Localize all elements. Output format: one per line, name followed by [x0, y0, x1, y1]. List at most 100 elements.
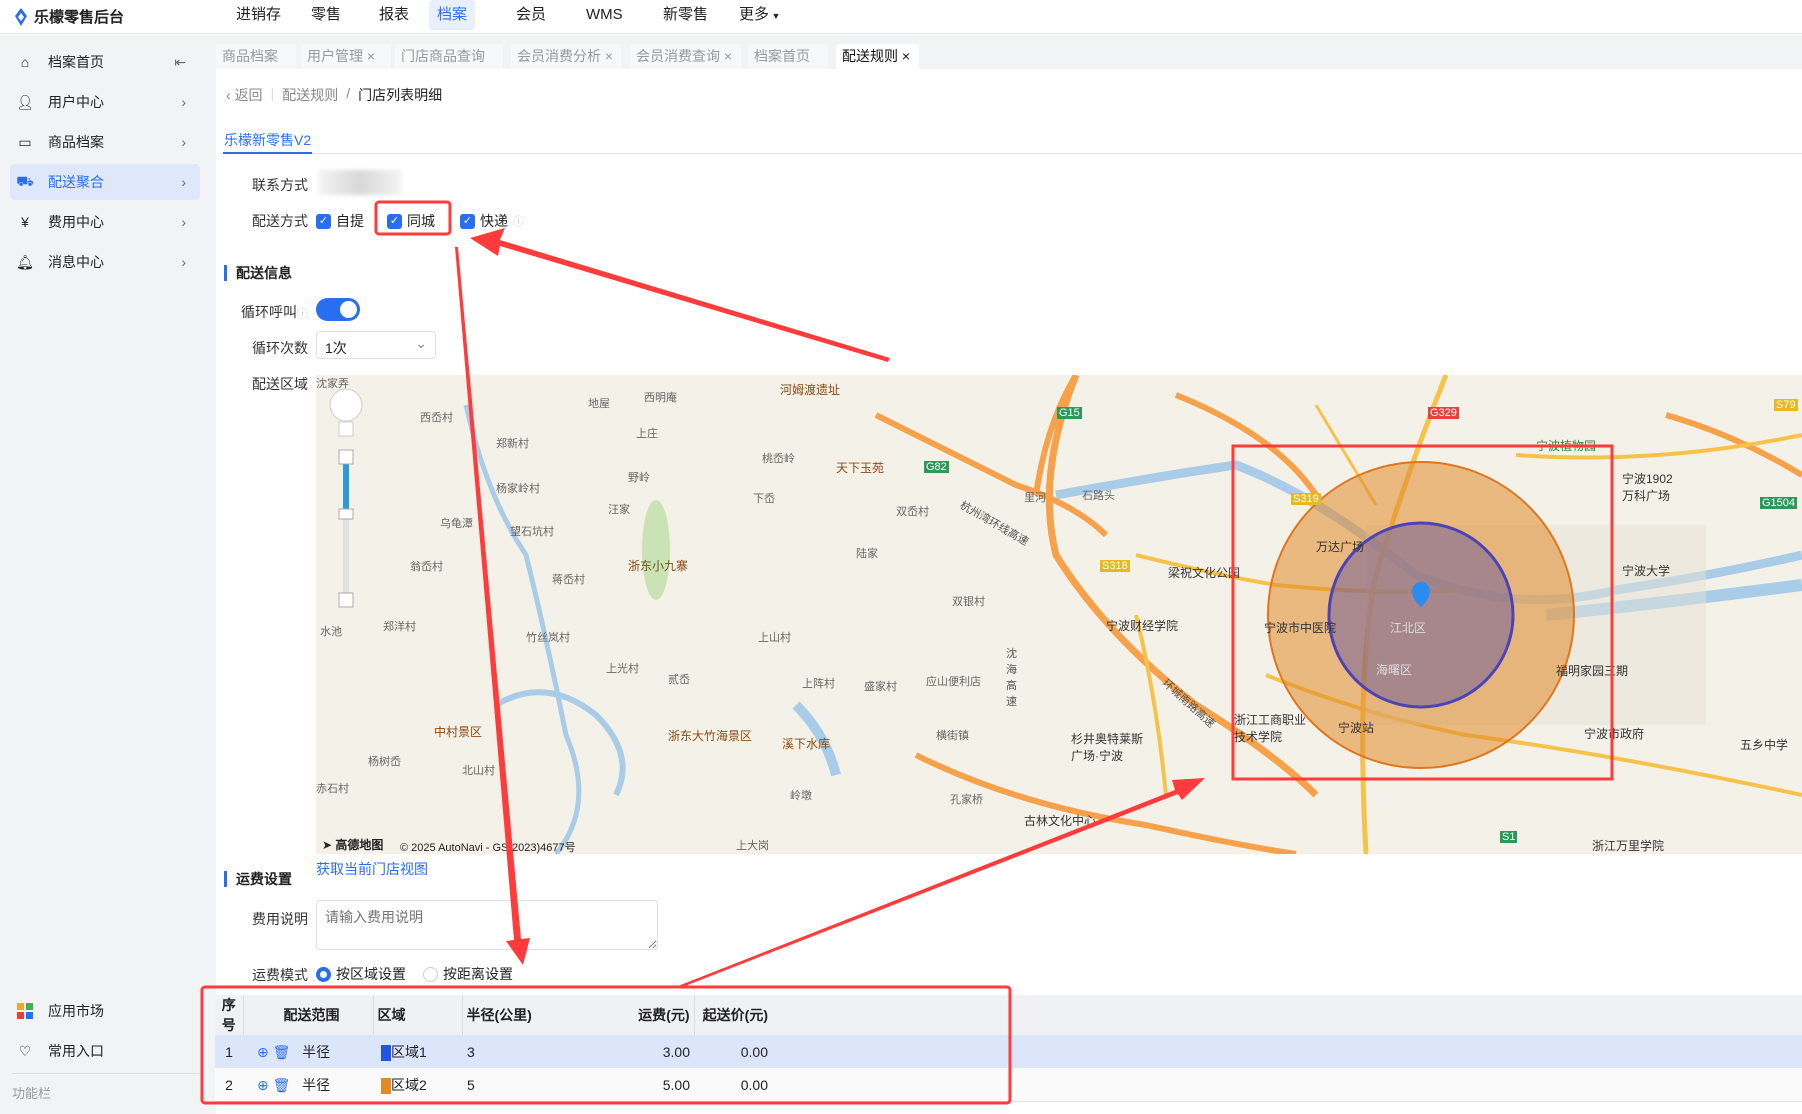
logo-icon: [15, 7, 27, 26]
nav-retail[interactable]: 零售: [303, 0, 349, 30]
loop-count-select[interactable]: 1次 ⌄: [316, 331, 436, 359]
map-village-label: 上大岗: [736, 840, 769, 852]
section-fee-settings: 运费设置: [224, 871, 292, 887]
sidebar-item-message-center[interactable]: 🔔︎ 消息中心 ›: [10, 244, 200, 280]
tab-user-management[interactable]: 用户管理 ×: [301, 44, 391, 69]
nav-more[interactable]: 更多 ▼: [731, 0, 788, 30]
radio-by-distance[interactable]: 按距离设置: [423, 964, 513, 984]
fee-desc-input[interactable]: [316, 900, 658, 950]
add-icon[interactable]: ⊕: [257, 1044, 269, 1060]
add-icon[interactable]: ⊕: [257, 1077, 269, 1093]
nav-wms[interactable]: WMS: [578, 0, 631, 30]
nav-reports[interactable]: 报表: [371, 0, 417, 30]
tab-store[interactable]: 乐檬新零售V2: [223, 130, 313, 154]
nav-jinxiaocun[interactable]: 进销存: [228, 0, 289, 30]
map-village-label: 北山村: [462, 765, 495, 777]
table-row[interactable]: 2 ⊕ 🗑︎ 半径 区域2 5 5.00 0.00: [215, 1068, 1802, 1101]
app-logo[interactable]: 乐檬零售后台: [14, 6, 124, 27]
delete-icon[interactable]: 🗑︎: [273, 1044, 291, 1060]
nav-member[interactable]: 会员: [508, 0, 554, 30]
divider: [12, 1073, 200, 1074]
sidebar-item-delivery[interactable]: ⛟ 配送聚合 ›: [10, 164, 200, 200]
sidebar-label: 商品档案: [48, 134, 104, 150]
table-row[interactable]: 1 ⊕ 🗑︎ 半径 区域1 3 3.00 0.00: [215, 1035, 1802, 1068]
tab-label: 用户管理: [307, 48, 363, 64]
area-color-swatch[interactable]: [381, 1044, 391, 1061]
back-link[interactable]: ‹ 返回: [226, 85, 263, 105]
contact-value-blurred: [318, 170, 402, 195]
cell-fee: 5.00: [662, 1076, 690, 1093]
loop-call-toggle[interactable]: [316, 298, 360, 321]
map-village-label: 贰岙: [668, 674, 690, 686]
tab-delivery-rules[interactable]: 配送规则 ×: [836, 44, 919, 70]
area-color-swatch[interactable]: [381, 1077, 391, 1094]
road-badge: G329: [1428, 407, 1459, 419]
close-icon[interactable]: ×: [902, 48, 910, 64]
sidebar-item-product-archive[interactable]: ▭ 商品档案 ›: [10, 124, 200, 160]
close-icon[interactable]: ×: [724, 48, 732, 64]
delivery-icon: ⛟: [16, 172, 34, 189]
cell-area: 区域1: [391, 1043, 427, 1060]
help-icon[interactable]: ⓘ: [297, 308, 308, 320]
map-village-label: 岭墩: [790, 790, 812, 802]
map-label: 中村景区: [434, 725, 483, 739]
map-village-label: 双银村: [952, 596, 985, 608]
tab-member-query[interactable]: 会员消费查询 ×: [630, 44, 741, 69]
top-navbar: 乐檬零售后台 进销存 零售 报表 档案 会员 WMS 新零售 更多 ▼: [0, 0, 1802, 34]
map-village-label: 桃岙岭: [762, 453, 795, 465]
section-delivery-info: 配送信息: [224, 265, 292, 281]
close-icon[interactable]: ×: [367, 48, 375, 64]
map-village-label: 孔家桥: [950, 794, 983, 806]
sidebar-app-market[interactable]: 应用市场: [10, 993, 200, 1029]
help-icon[interactable]: ⓘ: [513, 213, 524, 229]
map-village-label: 上山村: [758, 632, 791, 644]
amap-logo: ➤ 高德地图: [322, 838, 384, 852]
breadcrumb-separator: /: [346, 85, 351, 101]
map-label: 海曙区: [1376, 663, 1413, 677]
chevron-right-icon: ›: [181, 94, 186, 110]
bell-icon: 🔔︎: [16, 253, 34, 270]
map-village-label: 杨家岭村: [496, 483, 540, 495]
tab-archive-home[interactable]: 档案首页 ×: [748, 44, 828, 89]
map-label: 宁波市中医院: [1264, 621, 1337, 635]
close-icon[interactable]: ×: [605, 48, 613, 64]
delivery-map[interactable]: 河姆渡遗址 天下玉苑 浙东小九寨 中村景区 浙东大竹海景区 溪下水库 梁祝文化公…: [316, 375, 1802, 854]
col-header: 半径(公里): [461, 995, 617, 1035]
map-village-label: 沈家弄: [316, 378, 349, 390]
table-header: 序号 配送范围 区域 半径(公里) 运费(元) 起送价(元): [215, 995, 1802, 1035]
tab-label: 会员消费查询: [636, 48, 720, 64]
home-icon: ⌂: [20, 54, 30, 70]
map-village-label: 望石坑村: [510, 526, 554, 538]
sidebar-favorites[interactable]: ♡ 常用入口: [10, 1033, 200, 1069]
tab-member-analysis[interactable]: 会员消费分析 ×: [511, 44, 621, 69]
nav-new-retail[interactable]: 新零售: [655, 0, 716, 30]
get-store-view-link[interactable]: 获取当前门店视图: [316, 859, 428, 879]
sidebar-item-fee-center[interactable]: ¥ 费用中心 ›: [10, 204, 200, 240]
checkbox-same-city[interactable]: ✓ 同城: [387, 211, 435, 231]
cell-fee: 3.00: [662, 1043, 690, 1060]
sidebar-label: 用户中心: [48, 94, 104, 110]
map-village-label: 应山便利店: [926, 676, 981, 688]
yen-icon: ¥: [21, 214, 29, 230]
radio-by-area[interactable]: 按区域设置: [316, 964, 406, 984]
map-village-label: 里河: [1024, 492, 1046, 504]
checkbox-express[interactable]: ✓ 快递 ⓘ: [460, 211, 524, 231]
select-value: 1次: [325, 340, 347, 356]
checkbox-label: 自提: [336, 213, 364, 229]
map-label: 浙江工商职业技术学院: [1234, 713, 1307, 744]
collapse-sidebar-icon[interactable]: ⇤: [174, 54, 186, 71]
check-icon: ✓: [460, 213, 475, 229]
check-icon: ✓: [387, 213, 402, 229]
delete-icon[interactable]: 🗑︎: [273, 1077, 291, 1093]
caret-down-icon: ▼: [769, 11, 781, 21]
sidebar-label: 消息中心: [48, 254, 104, 270]
nav-archive[interactable]: 档案: [429, 0, 476, 30]
tab-product-archive[interactable]: 商品档案 ×: [216, 44, 296, 89]
sidebar-item-archive-home[interactable]: ⌂ 档案首页 ⇤: [10, 44, 200, 80]
sidebar-item-user-center[interactable]: 👤︎ 用户中心 ›: [10, 84, 200, 120]
checkbox-pickup[interactable]: ✓ 自提: [316, 211, 364, 231]
breadcrumb-parent[interactable]: 配送规则: [282, 85, 338, 105]
tab-store-product-query[interactable]: 门店商品查询 ×: [395, 44, 503, 89]
divider: |: [270, 85, 275, 101]
fee-desc-label: 费用说明: [252, 911, 308, 927]
